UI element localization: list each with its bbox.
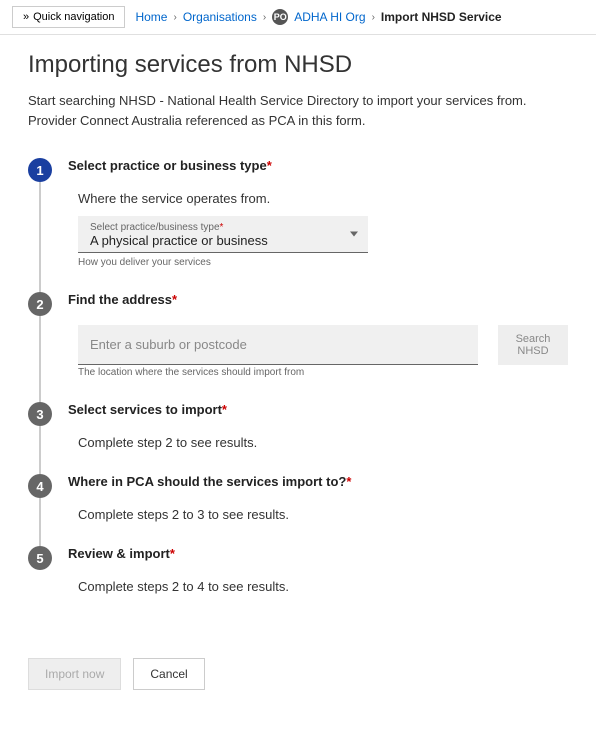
required-asterisk: * [346,474,351,489]
step-5-body: Complete steps 2 to 4 to see results. [68,579,568,594]
actions-bar: Import now Cancel [0,642,596,706]
step-title-text: Review & import [68,546,170,561]
caret-down-icon [350,232,358,237]
intro-text: Start searching NHSD - National Health S… [28,91,568,130]
step-title-text: Where in PCA should the services import … [68,474,346,489]
step-1-body: Where the service operates from. Select … [68,191,568,268]
step-number-badge: 1 [28,158,52,182]
topbar: » Quick navigation Home › Organisations … [0,0,596,35]
step-title-text: Find the address [68,292,172,307]
intro-line1: Start searching NHSD - National Health S… [28,93,527,108]
step-title-text: Select practice or business type [68,158,267,173]
step-number-badge: 4 [28,474,52,498]
required-asterisk: * [172,292,177,307]
step-2: 2 Find the address* The location where t… [28,292,568,378]
breadcrumb-org[interactable]: ADHA HI Org [294,10,365,24]
step-2-body: The location where the services should i… [68,325,568,378]
practice-type-select[interactable]: Select practice/business type* A physica… [78,216,368,253]
practice-type-helper: How you deliver your services [78,257,568,268]
step-3-title: Select services to import* [68,402,568,417]
step-4-title: Where in PCA should the services import … [68,474,568,489]
chevron-right-icon: › [173,12,176,23]
step-title-text: Select services to import [68,402,222,417]
operates-from-label: Where the service operates from. [78,191,568,206]
step-4-body: Complete steps 2 to 3 to see results. [68,507,568,522]
step-1: 1 Select practice or business type* Wher… [28,158,568,268]
step-number-badge: 3 [28,402,52,426]
steps-container: 1 Select practice or business type* Wher… [28,158,568,594]
org-badge-icon: PO [272,9,288,25]
breadcrumb-current: Import NHSD Service [381,10,502,24]
step-number-badge: 5 [28,546,52,570]
step-3: 3 Select services to import* Complete st… [28,402,568,450]
step-2-title: Find the address* [68,292,568,307]
chevron-double-right-icon: » [23,11,29,23]
breadcrumb-organisations[interactable]: Organisations [183,10,257,24]
breadcrumb-home[interactable]: Home [135,10,167,24]
step-3-note: Complete step 2 to see results. [78,435,568,450]
select-floating-label: Select practice/business type* [90,222,356,233]
address-helper: The location where the services should i… [78,367,478,378]
chevron-right-icon: › [263,12,266,23]
step-1-title: Select practice or business type* [68,158,568,173]
step-5-title: Review & import* [68,546,568,561]
address-input[interactable] [78,325,478,365]
step-4-note: Complete steps 2 to 3 to see results. [78,507,568,522]
main-content: Importing services from NHSD Start searc… [0,35,596,642]
required-asterisk: * [170,546,175,561]
search-nhsd-button[interactable]: Search NHSD [498,325,568,365]
step-number-badge: 2 [28,292,52,316]
quick-navigation-label: Quick navigation [33,11,114,23]
step-4: 4 Where in PCA should the services impor… [28,474,568,522]
step-3-body: Complete step 2 to see results. [68,435,568,450]
step-5: 5 Review & import* Complete steps 2 to 4… [28,546,568,594]
select-floating-text: Select practice/business type [90,222,220,233]
page-title: Importing services from NHSD [28,51,568,79]
intro-line2: Provider Connect Australia referenced as… [28,113,365,128]
required-asterisk: * [222,402,227,417]
quick-navigation-button[interactable]: » Quick navigation [12,6,125,28]
cancel-button[interactable]: Cancel [133,658,204,690]
required-asterisk: * [220,222,224,233]
address-row: The location where the services should i… [78,325,568,378]
import-now-button[interactable]: Import now [28,658,121,690]
select-value: A physical practice or business [90,233,356,248]
required-asterisk: * [267,158,272,173]
breadcrumb: Home › Organisations › PO ADHA HI Org › … [135,9,501,25]
chevron-right-icon: › [372,12,375,23]
step-5-note: Complete steps 2 to 4 to see results. [78,579,568,594]
